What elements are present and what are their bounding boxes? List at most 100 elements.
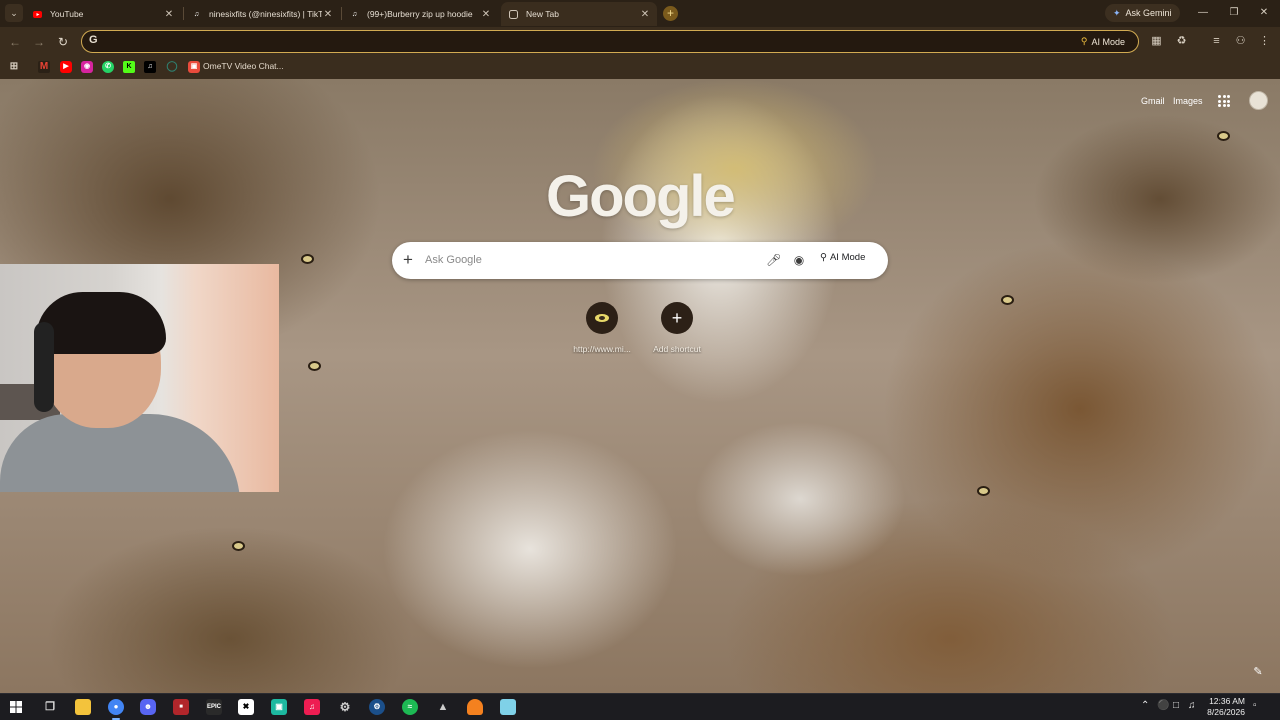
microphone-icon[interactable]: 🎤︎ bbox=[766, 253, 781, 267]
tiktok-icon: ♫ bbox=[351, 10, 358, 18]
wallpaper-detail bbox=[303, 256, 312, 262]
arrow-right-icon: → bbox=[33, 35, 45, 49]
volume-icon[interactable]: ♫ bbox=[1188, 700, 1196, 711]
reading-list-icon[interactable]: ≡ bbox=[1210, 35, 1223, 48]
system-clock[interactable]: 12:36 AM 8/26/2026 bbox=[1201, 696, 1245, 718]
tab-groups-icon[interactable]: ▦ bbox=[1150, 35, 1163, 48]
app-icon[interactable]: ⚙ bbox=[337, 699, 353, 715]
webcam-overlay bbox=[0, 264, 279, 492]
close-icon: ✕ bbox=[1259, 7, 1269, 18]
shortcut-label: http://www.mi... bbox=[573, 344, 631, 354]
tab-youtube[interactable]: YouTube ✕ bbox=[25, 2, 181, 26]
shortcut-tile[interactable]: http://www.mi... bbox=[562, 302, 642, 354]
youtube-icon bbox=[33, 10, 42, 19]
reload-button[interactable]: ↻ bbox=[55, 34, 71, 50]
globe-icon[interactable]: ◯ bbox=[166, 61, 178, 73]
new-tab-button[interactable]: + bbox=[663, 6, 678, 21]
profile-avatar-icon[interactable]: ⚇ bbox=[1234, 35, 1247, 48]
capcut-icon[interactable]: ✖ bbox=[238, 699, 254, 715]
tab-title: ninesixfits (@ninesixfits) | TikTok bbox=[209, 9, 322, 19]
close-window-button[interactable]: ✕ bbox=[1256, 5, 1272, 21]
instagram-icon[interactable]: ◉ bbox=[81, 61, 93, 73]
tab-tiktok-profile[interactable]: ♫ ninesixfits (@ninesixfits) | TikTok ✕ bbox=[184, 2, 340, 26]
steam-icon[interactable]: ⚙ bbox=[369, 699, 385, 715]
tab-search-button[interactable]: ⌄ bbox=[5, 4, 23, 22]
headset-icon bbox=[34, 322, 54, 412]
epic-games-icon[interactable]: EPIC bbox=[206, 699, 222, 715]
menu-icon[interactable]: ⋮ bbox=[1258, 35, 1271, 48]
add-shortcut-tile[interactable]: + Add shortcut bbox=[637, 302, 717, 354]
wallpaper-detail bbox=[234, 543, 243, 549]
forward-button[interactable]: → bbox=[31, 34, 47, 50]
close-icon[interactable]: ✕ bbox=[163, 9, 175, 20]
ai-mode-label: AI Mode bbox=[1091, 36, 1125, 47]
restore-icon: ❐ bbox=[1229, 7, 1239, 18]
apps-grid-icon[interactable]: ⊞ bbox=[8, 61, 20, 73]
tiktok-icon[interactable]: ♫ bbox=[304, 699, 320, 715]
wallpaper-detail bbox=[1219, 133, 1228, 139]
tiktok-icon: ♫ bbox=[193, 10, 200, 18]
chevron-up-icon[interactable]: ⌃ bbox=[1141, 700, 1149, 711]
minimize-button[interactable]: — bbox=[1195, 5, 1211, 21]
tab-title: (99+)Burberry zip up hoodie bbox=[367, 9, 473, 19]
youtube-icon[interactable]: ▶ bbox=[60, 61, 72, 73]
tiktok-icon[interactable]: ♫ bbox=[144, 61, 156, 73]
site-favicon-icon bbox=[586, 302, 618, 334]
plus-icon[interactable]: + bbox=[403, 250, 413, 270]
microphone-icon[interactable]: ⚫ bbox=[1157, 700, 1169, 711]
tab-title: YouTube bbox=[50, 9, 84, 19]
chrome-icon[interactable]: ● bbox=[108, 699, 124, 720]
tab-title: New Tab bbox=[526, 9, 559, 19]
images-link[interactable]: Images bbox=[1173, 96, 1203, 106]
google-lens-icon[interactable]: ◉ bbox=[792, 253, 806, 267]
app-icon[interactable]: ▲ bbox=[435, 699, 451, 715]
back-button[interactable]: ← bbox=[7, 34, 23, 50]
gmail-icon[interactable]: M bbox=[38, 61, 50, 73]
ask-gemini-button[interactable]: ✦ Ask Gemini bbox=[1105, 4, 1180, 22]
arrow-left-icon: ← bbox=[9, 35, 21, 49]
app-icon[interactable]: ■ bbox=[173, 699, 189, 715]
ask-gemini-label: Ask Gemini bbox=[1125, 8, 1172, 18]
close-icon[interactable]: ✕ bbox=[322, 9, 334, 20]
whatsapp-icon[interactable]: ✆ bbox=[102, 61, 114, 73]
bookmarks-bar: ⊞ M ▶ ◉ ✆ K ♫ ◯ ▣ OmeTV Video Chat... bbox=[0, 56, 1280, 79]
file-explorer-icon[interactable] bbox=[75, 699, 91, 715]
discord-icon[interactable]: ☻ bbox=[140, 699, 156, 715]
tab-burberry-hoodie[interactable]: ♫ (99+)Burberry zip up hoodie ✕ bbox=[342, 2, 498, 26]
task-view-icon[interactable]: ❐ bbox=[42, 699, 58, 715]
plus-icon: + bbox=[666, 6, 674, 20]
app-icon[interactable] bbox=[467, 699, 483, 715]
kick-icon[interactable]: K bbox=[123, 61, 135, 73]
avatar[interactable] bbox=[1249, 91, 1268, 110]
wallpaper-detail bbox=[1003, 297, 1012, 303]
notifications-icon[interactable]: ▫ bbox=[1253, 700, 1257, 711]
google-apps-icon[interactable] bbox=[1218, 95, 1230, 107]
tab-strip: ⌄ YouTube ✕ ♫ ninesixfits (@ninesixfits)… bbox=[0, 0, 1280, 27]
webcam-person bbox=[36, 292, 166, 354]
close-icon[interactable]: ✕ bbox=[639, 9, 651, 20]
restore-button[interactable]: ❐ bbox=[1226, 5, 1242, 21]
windows-start-icon[interactable] bbox=[8, 699, 24, 715]
extensions-icon[interactable]: ♻ bbox=[1175, 35, 1188, 48]
close-icon[interactable]: ✕ bbox=[480, 9, 492, 20]
network-icon[interactable]: □ bbox=[1173, 700, 1179, 711]
google-g-icon: G bbox=[89, 34, 98, 46]
ai-mode-label: AI Mode bbox=[829, 252, 866, 263]
app-icon[interactable]: ▣ bbox=[271, 699, 287, 715]
gmail-link[interactable]: Gmail bbox=[1141, 96, 1165, 106]
ai-search-icon: ⚲ bbox=[1080, 36, 1088, 46]
address-bar[interactable]: G ⚲ AI Mode bbox=[81, 30, 1139, 53]
ai-mode-button[interactable]: ⚲ AI Mode bbox=[820, 252, 865, 263]
ometv-icon[interactable]: ▣ bbox=[188, 61, 200, 73]
notepad-icon[interactable] bbox=[500, 699, 516, 715]
spotify-icon[interactable]: ≈ bbox=[402, 699, 418, 715]
tab-new-tab[interactable]: New Tab ✕ bbox=[501, 2, 657, 26]
google-search-box[interactable]: + 🎤︎ ◉ ⚲ AI Mode bbox=[392, 242, 888, 279]
clock-time: 12:36 AM bbox=[1209, 696, 1245, 706]
bookmark-ometv-label[interactable]: OmeTV Video Chat... bbox=[203, 61, 284, 71]
shortcut-label: Add shortcut bbox=[653, 344, 701, 354]
chevron-down-icon: ⌄ bbox=[10, 7, 18, 18]
customize-pencil-icon[interactable]: ✎ bbox=[1250, 665, 1266, 681]
search-input[interactable] bbox=[425, 254, 745, 266]
omnibox-ai-mode-button[interactable]: ⚲ AI Mode bbox=[1075, 34, 1131, 49]
